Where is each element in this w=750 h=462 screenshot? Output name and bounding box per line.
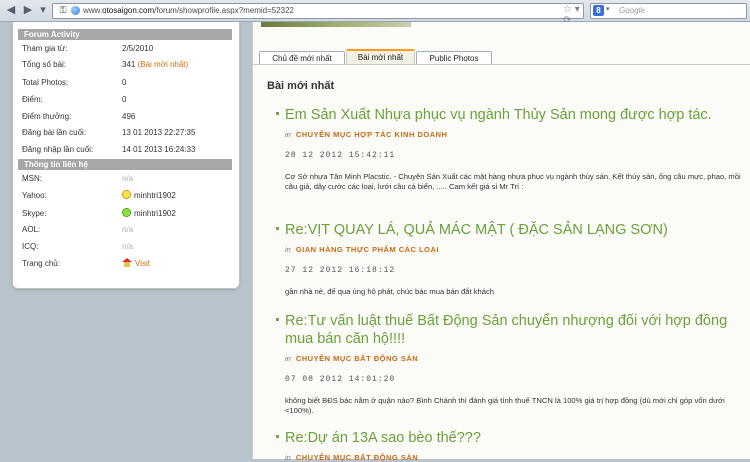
post-item: Em Sản Xuất Nhựa phục vụ ngành Thủy Sản … <box>276 106 747 192</box>
contact-row: Yahoo: minhtri1902 <box>22 190 176 200</box>
tab-divider <box>253 64 750 65</box>
post-title-link[interactable]: Em Sản Xuất Nhựa phục vụ ngành Thủy Sản … <box>285 106 747 124</box>
address-bar[interactable]: ⚿ www.otosaigon.com/forum/showprofile.as… <box>52 3 584 26</box>
latest-posts-link[interactable]: (Bài mới nhất) <box>138 60 189 69</box>
in-label: in <box>285 354 291 363</box>
bullet-icon <box>276 318 279 321</box>
activity-row: Điểm thưởng: 496 <box>22 112 136 121</box>
post-item: Re:VỊT QUAY LÁ, QUẢ MÁC MẬT ( ĐẶC SẢN LẠ… <box>276 221 747 297</box>
in-label: in <box>285 245 291 254</box>
post-excerpt: không biết BĐS bác nằm ở quận nào? Bình … <box>285 396 725 415</box>
post-item: Re:Dự án 13A sao bèo thế??? in CHUYÊN MỤC… <box>276 429 747 462</box>
contact-row: ICQ: n/a <box>22 242 134 251</box>
bullet-icon <box>276 112 279 115</box>
tab-latest-posts[interactable]: Bài mới nhất <box>346 49 415 65</box>
post-date: 07 08 2012 14:01:20 <box>285 375 396 384</box>
post-date: 28 12 2012 15:42:11 <box>285 151 396 160</box>
contact-row: Skype: minhtri1902 <box>22 208 176 218</box>
search-engine-icon[interactable]: 8 <box>593 5 604 16</box>
yahoo-icon <box>122 190 131 199</box>
activity-row: Đăng nhập lần cuối: 14 01 2013 16:24:33 <box>22 145 196 154</box>
chevron-down-icon[interactable]: ▾ <box>606 5 610 13</box>
post-category-link[interactable]: CHUYÊN MỤC HỢP TÁC KINH DOANH <box>296 130 448 139</box>
activity-row: Tổng số bài: 341 (Bài mới nhất) <box>22 60 189 69</box>
post-title-link[interactable]: Re:VỊT QUAY LÁ, QUẢ MÁC MẬT ( ĐẶC SẢN LẠ… <box>285 221 747 239</box>
page: Forum Activity Tham gia từ: 2/5/2010 Tổn… <box>0 22 750 462</box>
forum-activity-header: Forum Activity <box>18 29 232 40</box>
in-label: in <box>285 453 291 462</box>
activity-row: Đăng bài lần cuối: 13 01 2013 22:27:35 <box>22 128 196 137</box>
skype-icon <box>122 208 131 217</box>
browser-toolbar: ◀ ▶ ▾ ⚿ www.otosaigon.com/forum/showprof… <box>0 0 750 26</box>
contact-row: MSN: n/a <box>22 174 134 183</box>
post-excerpt: Cơ Sở nhựa Tân Minh Placstic. - Chuyên S… <box>285 172 741 191</box>
post-title-link[interactable]: Re:Tư vấn luật thuế Bất Động Sản chuyển … <box>285 312 747 348</box>
back-icon[interactable]: ◀ <box>4 3 18 17</box>
visit-homepage-link[interactable]: Visit <box>135 259 150 268</box>
bullet-icon <box>276 227 279 230</box>
post-date: 27 12 2012 16:18:12 <box>285 266 396 275</box>
main-content: Chủ đề mới nhất Bài mới nhất Public Phot… <box>252 22 750 462</box>
bullet-icon <box>276 435 279 438</box>
post-item: Re:Tư vấn luật thuế Bất Động Sản chuyển … <box>276 312 747 416</box>
search-box[interactable]: 8 ▾ Google <box>590 3 747 19</box>
post-excerpt: gần nhà nè, để qua ủng hộ phát, chúc bác… <box>285 287 494 296</box>
site-icon <box>71 6 80 15</box>
search-input[interactable]: Google <box>619 6 645 15</box>
dropdown-icon[interactable]: ▾ <box>36 3 50 17</box>
post-title-link[interactable]: Re:Dự án 13A sao bèo thế??? <box>285 429 747 447</box>
post-category-link[interactable]: GIAN HÀNG THỰC PHẨM CÁC LOẠI <box>296 245 439 254</box>
activity-row: Total Photos: 0 <box>22 78 127 87</box>
in-label: in <box>285 130 291 139</box>
contact-info-header: Thông tin liên hệ <box>18 159 232 170</box>
url-text[interactable]: www.otosaigon.com/forum/showprofile.aspx… <box>83 6 294 15</box>
contact-row: Trang chủ: Visit <box>22 258 150 268</box>
tab-latest-topics[interactable]: Chủ đề mới nhất <box>259 51 345 65</box>
activity-row: Tham gia từ: 2/5/2010 <box>22 44 154 53</box>
post-category-link[interactable]: CHUYÊN MỤC BẤT ĐỘNG SẢN <box>296 354 418 363</box>
post-category-link[interactable]: CHUYÊN MỤC BẤT ĐỘNG SẢN <box>296 453 418 462</box>
forward-icon[interactable]: ▶ <box>21 3 35 17</box>
home-icon <box>122 258 132 267</box>
yahoo-id[interactable]: minhtri1902 <box>134 191 176 200</box>
profile-sidebar: Forum Activity Tham gia từ: 2/5/2010 Tổn… <box>12 22 240 289</box>
skype-id[interactable]: minhtri1902 <box>134 209 176 218</box>
activity-row: Điểm: 0 <box>22 95 127 104</box>
header-banner-image <box>261 22 411 27</box>
section-title: Bài mới nhất <box>267 80 335 92</box>
contact-row: AOL: n/a <box>22 225 134 234</box>
key-icon[interactable]: ⚿ <box>57 5 69 16</box>
tab-public-photos[interactable]: Public Photos <box>416 51 492 65</box>
